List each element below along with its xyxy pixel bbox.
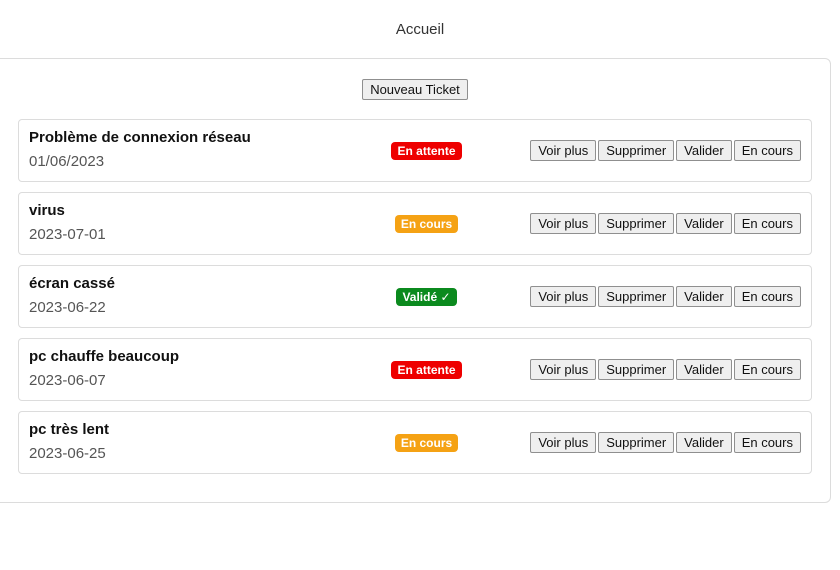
ticket-card: Problème de connexion réseau 01/06/2023 … [18,119,812,182]
validate-button[interactable]: Valider [676,432,732,453]
ticket-card: virus 2023-07-01 En cours Voir plus Supp… [18,192,812,255]
validate-button[interactable]: Valider [676,213,732,234]
ticket-title: Problème de connexion réseau [29,129,251,146]
ticket-actions: Voir plus Supprimer Valider En cours [530,266,801,327]
ticket-title: virus [29,202,65,219]
status-badge: En cours [394,433,459,452]
ticket-actions: Voir plus Supprimer Valider En cours [530,193,801,254]
delete-button[interactable]: Supprimer [598,359,675,380]
page-title: Accueil [395,21,445,38]
delete-button[interactable]: Supprimer [598,213,675,234]
view-more-button[interactable]: Voir plus [530,432,597,453]
view-more-button[interactable]: Voir plus [530,140,597,161]
ticket-title: pc chauffe beaucoup [29,348,180,365]
status-badge: Validé ✓ [396,287,457,306]
page-header: Accueil [0,0,840,58]
status-badge: En attente [391,360,462,379]
view-more-button[interactable]: Voir plus [530,359,597,380]
ticket-card: pc chauffe beaucoup 2023-06-07 En attent… [18,338,812,401]
ticket-date: 01/06/2023 [29,153,105,170]
ticket-actions: Voir plus Supprimer Valider En cours [530,412,801,473]
status-badge: En cours [394,214,459,233]
tickets-panel: Nouveau Ticket Problème de connexion rés… [0,58,831,503]
in-progress-button[interactable]: En cours [733,140,801,161]
status-badge-container: En attente [319,339,534,400]
ticket-date: 2023-06-07 [29,372,106,389]
ticket-date: 2023-06-22 [29,299,106,316]
validate-button[interactable]: Valider [676,359,732,380]
view-more-button[interactable]: Voir plus [530,213,597,234]
toolbar: Nouveau Ticket [0,79,830,100]
status-badge-container: En cours [319,193,534,254]
in-progress-button[interactable]: En cours [733,359,801,380]
status-badge-container: Validé ✓ [319,266,534,327]
ticket-actions: Voir plus Supprimer Valider En cours [530,339,801,400]
ticket-card: écran cassé 2023-06-22 Validé ✓ Voir plu… [18,265,812,328]
validate-button[interactable]: Valider [676,140,732,161]
delete-button[interactable]: Supprimer [598,286,675,307]
in-progress-button[interactable]: En cours [733,432,801,453]
view-more-button[interactable]: Voir plus [530,286,597,307]
delete-button[interactable]: Supprimer [598,140,675,161]
status-badge-container: En attente [319,120,534,181]
validate-button[interactable]: Valider [676,286,732,307]
status-badge: En attente [391,141,462,160]
ticket-title: écran cassé [29,275,115,292]
ticket-list: Problème de connexion réseau 01/06/2023 … [18,119,812,484]
ticket-date: 2023-06-25 [29,445,106,462]
ticket-card: pc très lent 2023-06-25 En cours Voir pl… [18,411,812,474]
in-progress-button[interactable]: En cours [733,286,801,307]
ticket-date: 2023-07-01 [29,226,106,243]
ticket-title: pc très lent [29,421,110,438]
status-badge-container: En cours [319,412,534,473]
new-ticket-button[interactable]: Nouveau Ticket [362,79,468,100]
in-progress-button[interactable]: En cours [733,213,801,234]
delete-button[interactable]: Supprimer [598,432,675,453]
ticket-actions: Voir plus Supprimer Valider En cours [530,120,801,181]
